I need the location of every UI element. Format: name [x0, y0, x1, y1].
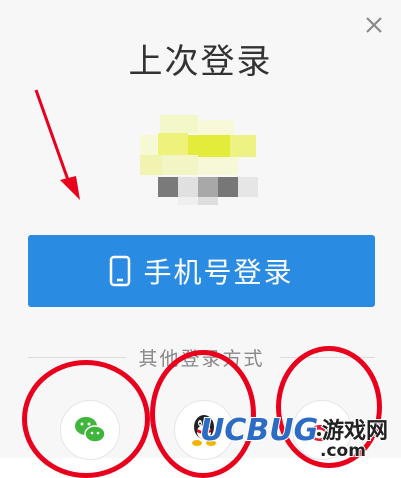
weibo-login-button[interactable]: [292, 400, 352, 460]
wechat-icon: [75, 417, 106, 443]
last-login-avatar[interactable]: [140, 115, 266, 205]
wechat-login-button[interactable]: [60, 400, 120, 460]
weibo-icon: [309, 420, 335, 441]
phone-login-label: 手机号登录: [143, 256, 294, 289]
phone-login-button[interactable]: 手机号登录: [28, 235, 375, 307]
qq-icon: [192, 415, 216, 446]
dialog-title: 上次登录: [128, 42, 273, 82]
other-login-divider: 其他登录方式: [28, 344, 375, 370]
mobile-phone-icon: [110, 255, 131, 287]
qq-login-button[interactable]: [174, 400, 234, 460]
other-login-label: 其他登录方式: [138, 348, 265, 370]
login-dialog: 上次登录 手机号登录 其他登录方式 UCBUG 游戏网 .com: [0, 0, 401, 478]
